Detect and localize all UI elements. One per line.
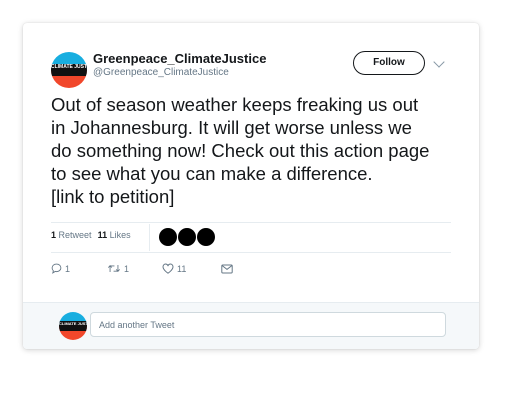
- tweet-card: CLIMATE JUSTICE Greenpeace_ClimateJustic…: [23, 23, 479, 349]
- reply-button[interactable]: 1: [51, 263, 71, 275]
- divider: [51, 222, 451, 223]
- heart-icon: [162, 263, 174, 274]
- tweet-text: Out of season weather keeps freaking us …: [51, 93, 471, 208]
- liker-avatar[interactable]: [159, 228, 177, 246]
- liker-avatar[interactable]: [178, 228, 196, 246]
- tweet-line: Out of season weather keeps freaking us …: [51, 94, 419, 115]
- reply-icon: [51, 263, 62, 275]
- retweet-stat[interactable]: 1 Retweet: [51, 230, 92, 240]
- retweet-icon: [107, 265, 121, 273]
- tweet-line: in Johannesburg. It will get worse unles…: [51, 117, 412, 138]
- tweet-line: do something now! Check out this action …: [51, 140, 430, 161]
- divider: [51, 252, 451, 253]
- chevron-down-icon[interactable]: [433, 56, 445, 68]
- profile-avatar[interactable]: CLIMATE JUSTICE: [51, 52, 87, 88]
- composer-avatar: CLIMATE JUSTICE: [59, 312, 87, 340]
- liker-avatar[interactable]: [197, 228, 215, 246]
- reply-count: 1: [65, 263, 71, 274]
- likes-stat[interactable]: 11 Likes: [98, 230, 131, 240]
- display-name[interactable]: Greenpeace_ClimateJustice: [93, 51, 266, 66]
- retweet-button[interactable]: 1: [107, 263, 129, 274]
- tweet-line: [link to petition]: [51, 186, 175, 207]
- avatar-logo-text: CLIMATE JUSTICE: [59, 321, 87, 331]
- direct-message-button[interactable]: [221, 263, 233, 274]
- tweet-stats: 1 Retweet 11 Likes: [51, 230, 131, 240]
- add-tweet-input[interactable]: Add another Tweet: [90, 312, 446, 337]
- retweet-count: 1: [124, 263, 130, 274]
- stats-separator: [149, 224, 150, 251]
- like-count: 11: [177, 263, 187, 274]
- avatar-logo-text: CLIMATE JUSTICE: [51, 64, 87, 76]
- user-handle[interactable]: @Greenpeace_ClimateJustice: [93, 67, 229, 78]
- tweet-line: to see what you can make a difference.: [51, 163, 373, 184]
- envelope-icon: [221, 264, 233, 274]
- follow-button[interactable]: Follow: [353, 51, 425, 75]
- like-button[interactable]: 11: [162, 263, 186, 274]
